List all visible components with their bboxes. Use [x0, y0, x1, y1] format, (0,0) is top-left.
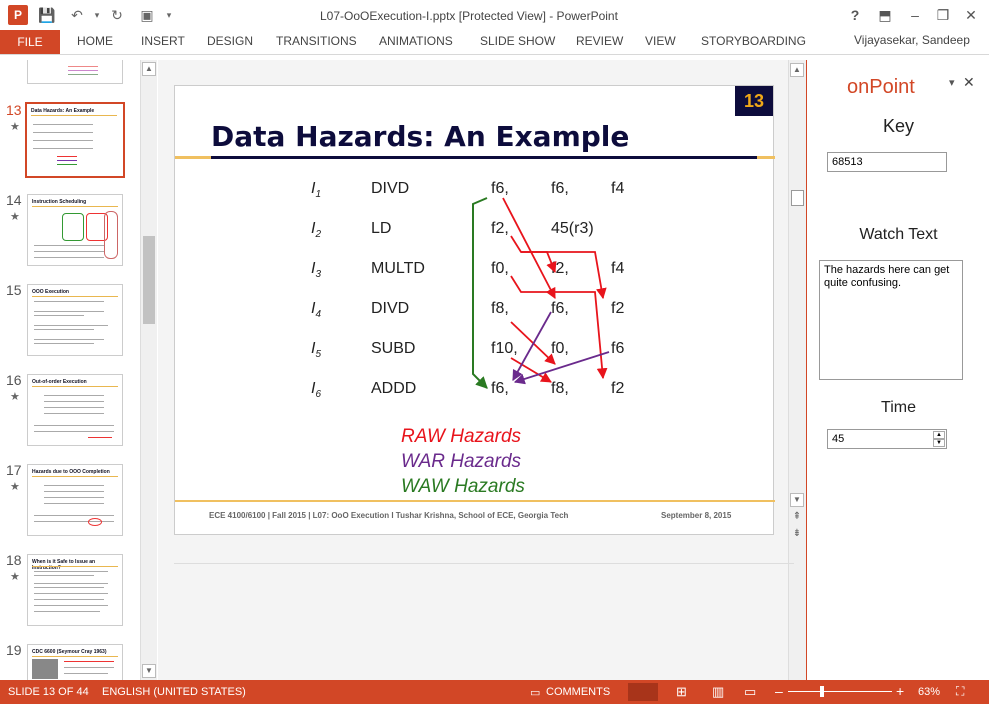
customize-toolbar-icon[interactable]: ▾: [160, 6, 178, 24]
zoom-in-icon[interactable]: +: [896, 683, 904, 699]
tab-slide-show[interactable]: SLIDE SHOW: [480, 34, 555, 48]
undo-icon[interactable]: ↶: [68, 6, 86, 24]
stepper-down-icon[interactable]: ▼: [933, 439, 945, 447]
thumb-number: 14: [6, 192, 22, 208]
slide-footer: ECE 4100/6100 | Fall 2015 | L07: OoO Exe…: [209, 511, 569, 520]
ribbon-display-icon[interactable]: ⬒: [874, 6, 896, 24]
raw-arrow: [510, 275, 608, 380]
previous-slide-icon[interactable]: ⇞: [790, 511, 804, 525]
zoom-slider-thumb[interactable]: [820, 686, 824, 697]
title-bar: P 💾 ↶ ▾ ↻ ▣ ▾ L07-OoOExecution-I.pptx [P…: [0, 0, 989, 30]
comments-button[interactable]: COMMENTS: [546, 686, 610, 698]
slide-counter[interactable]: SLIDE 13 OF 44: [8, 686, 89, 698]
language-indicator[interactable]: ENGLISH (UNITED STATES): [102, 686, 246, 698]
restore-icon[interactable]: ❐: [932, 6, 954, 24]
thumb-number: 17: [6, 462, 22, 478]
slide-thumbnail-19[interactable]: CDC 6600 (Seymour Cray 1963): [27, 644, 123, 680]
tab-insert[interactable]: INSERT: [141, 34, 185, 48]
animation-star-icon: ★: [10, 571, 20, 583]
time-stepper[interactable]: 45 ▲ ▼: [827, 429, 947, 449]
animation-star-icon: ★: [10, 391, 20, 403]
scroll-thumb[interactable]: [791, 190, 804, 206]
save-icon[interactable]: 💾: [38, 6, 56, 24]
thumb-number: 13: [6, 102, 22, 118]
slideshow-from-start-icon[interactable]: ▣: [138, 6, 156, 24]
time-value: 45: [832, 433, 845, 445]
time-label: Time: [881, 399, 916, 416]
reading-view-icon[interactable]: ▥: [712, 684, 724, 700]
tab-animations[interactable]: ANIMATIONS: [379, 34, 453, 48]
waw-arrow: [472, 197, 488, 389]
redo-icon[interactable]: ↻: [108, 6, 126, 24]
scroll-up-arrow-icon[interactable]: ▲: [142, 62, 156, 76]
undo-dropdown-icon[interactable]: ▾: [88, 6, 106, 24]
slide-sorter-icon[interactable]: ⊞: [676, 684, 687, 700]
zoom-out-icon[interactable]: –: [775, 683, 783, 699]
normal-view-icon[interactable]: [628, 683, 658, 701]
war-arrow: [513, 351, 610, 385]
pane-close-icon[interactable]: ✕: [963, 74, 975, 91]
next-slide-icon[interactable]: ⇟: [790, 528, 804, 542]
slide-thumbnail-12[interactable]: [27, 60, 123, 84]
scroll-up-arrow-icon[interactable]: ▲: [790, 63, 804, 77]
thumb-number: 15: [6, 282, 22, 298]
pane-title: onPoint: [847, 76, 915, 98]
key-input[interactable]: 68513: [827, 152, 947, 172]
slide-canvas[interactable]: 13 Data Hazards: An Example I1 DIVD f6, …: [174, 85, 775, 535]
slide-thumbnail-18[interactable]: When is it Safe to Issue an Instruction?: [27, 554, 123, 626]
thumb-number: 19: [6, 642, 22, 658]
watch-text-area[interactable]: The hazards here can get quite confusing…: [819, 260, 963, 380]
slide-thumbnail-pane: 13 ★ Data Hazards: An Example 14 ★ Instr…: [0, 60, 158, 680]
zoom-slider-track[interactable]: [788, 691, 892, 692]
fit-to-window-icon[interactable]: ⛶: [956, 684, 964, 699]
animation-star-icon: ★: [10, 121, 20, 133]
thumb-number: 18: [6, 552, 22, 568]
legend-waw: WAW Hazards: [401, 476, 525, 497]
raw-arrow: [510, 357, 552, 383]
animation-star-icon: ★: [10, 481, 20, 493]
slide-thumbnail-15[interactable]: OOO Execution: [27, 284, 123, 356]
legend-raw: RAW Hazards: [401, 426, 522, 447]
footer-rule: [175, 500, 775, 502]
comments-icon[interactable]: ▭: [530, 686, 540, 699]
close-icon[interactable]: ✕: [960, 6, 982, 24]
notes-divider: [174, 563, 794, 564]
scroll-thumb[interactable]: [143, 236, 155, 324]
tab-design[interactable]: DESIGN: [207, 34, 253, 48]
slide-thumbnail-17[interactable]: Hazards due to OOO Completion: [27, 464, 123, 536]
tab-transitions[interactable]: TRANSITIONS: [276, 34, 357, 48]
slide-thumbnail-16[interactable]: Out-of-order Execution: [27, 374, 123, 446]
status-bar: SLIDE 13 OF 44 ENGLISH (UNITED STATES) ▭…: [0, 680, 989, 704]
raw-arrow: [502, 197, 556, 299]
ribbon-divider: [0, 54, 989, 55]
thumbnail-scrollbar[interactable]: ▲ ▼: [140, 60, 157, 680]
tab-review[interactable]: REVIEW: [576, 34, 623, 48]
zoom-level[interactable]: 63%: [918, 686, 940, 698]
powerpoint-logo-icon: P: [8, 5, 28, 25]
tab-view[interactable]: VIEW: [645, 34, 676, 48]
tab-storyboarding[interactable]: STORYBOARDING: [701, 34, 806, 48]
slide-thumbnail-14[interactable]: Instruction Scheduling: [27, 194, 123, 266]
animation-star-icon: ★: [10, 211, 20, 223]
stepper-up-icon[interactable]: ▲: [933, 431, 945, 439]
scroll-down-arrow-icon[interactable]: ▼: [790, 493, 804, 507]
watch-text-label: Watch Text: [859, 226, 938, 243]
onpoint-task-pane: onPoint ▾ ✕ Key 68513 Watch Text The haz…: [806, 60, 989, 680]
legend-war: WAR Hazards: [401, 451, 522, 472]
user-name[interactable]: Vijayasekar, Sandeep: [854, 33, 970, 47]
minimize-icon[interactable]: –: [904, 6, 926, 24]
slide-date: September 8, 2015: [661, 511, 732, 520]
help-icon[interactable]: ?: [844, 6, 866, 24]
scroll-down-arrow-icon[interactable]: ▼: [142, 664, 156, 678]
slide-thumbnail-13[interactable]: Data Hazards: An Example: [25, 102, 125, 178]
tab-file[interactable]: FILE: [0, 30, 60, 54]
key-label: Key: [882, 116, 915, 136]
slideshow-view-icon[interactable]: ▭: [744, 684, 756, 700]
window-title: L07-OoOExecution-I.pptx [Protected View]…: [320, 9, 618, 23]
pane-options-icon[interactable]: ▾: [949, 76, 955, 89]
tab-home[interactable]: HOME: [77, 34, 113, 48]
editor-scrollbar[interactable]: ▲ ▼ ⇞ ⇟: [788, 60, 806, 680]
thumb-number: 16: [6, 372, 22, 388]
